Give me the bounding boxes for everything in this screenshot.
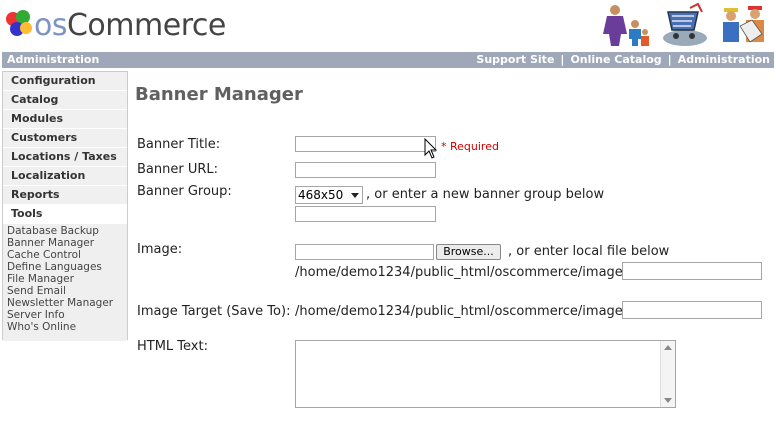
html-text-textarea[interactable] — [295, 340, 676, 408]
scroll-down-icon[interactable] — [664, 398, 672, 403]
people-icon[interactable] — [601, 2, 653, 48]
header: osCommerce — [0, 0, 776, 52]
shopping-cart-icon[interactable] — [660, 2, 710, 48]
scroll-up-icon[interactable] — [664, 345, 672, 350]
sidebar: Configuration Catalog Modules Customers … — [2, 71, 128, 341]
technicians-icon[interactable] — [718, 2, 774, 48]
tool-link-define-languages[interactable]: Define Languages — [7, 261, 127, 273]
banner-title-label: Banner Title: — [137, 137, 221, 152]
sidebar-item-catalog[interactable]: Catalog — [3, 91, 127, 110]
image-target-label: Image Target (Save To): — [137, 304, 291, 319]
banner-title-input[interactable] — [295, 136, 436, 152]
page-title: Banner Manager — [135, 84, 303, 105]
banner-group-label: Banner Group: — [137, 184, 232, 199]
browse-button[interactable]: Browse... — [436, 244, 501, 260]
image-target-input[interactable] — [622, 301, 762, 319]
administration-link[interactable]: Administration — [678, 53, 770, 66]
tool-link-newsletter-manager[interactable]: Newsletter Manager — [7, 297, 127, 309]
online-catalog-link[interactable]: Online Catalog — [570, 53, 661, 66]
tool-link-send-email[interactable]: Send Email — [7, 285, 127, 297]
topbar-links: Support Site | Online Catalog | Administrati… — [476, 53, 770, 66]
sidebar-item-configuration[interactable]: Configuration — [3, 72, 127, 91]
banner-group-select[interactable]: 468x50 — [295, 186, 363, 204]
tool-link-file-manager[interactable]: File Manager — [7, 273, 127, 285]
tool-link-database-backup[interactable]: Database Backup — [7, 225, 127, 237]
html-text-label: HTML Text: — [137, 339, 208, 354]
mouse-cursor-icon — [424, 138, 438, 159]
sidebar-item-localization[interactable]: Localization — [3, 167, 127, 186]
image-target-path-prefix: /home/demo1234/public_html/oscommerce/im… — [295, 304, 634, 319]
tools-submenu: Database Backup Banner Manager Cache Con… — [3, 224, 127, 341]
sidebar-item-modules[interactable]: Modules — [3, 110, 127, 129]
banner-group-hint: , or enter a new banner group below — [366, 187, 605, 202]
image-path-prefix: /home/demo1234/public_html/oscommerce/im… — [295, 265, 634, 280]
sidebar-item-tools[interactable]: Tools — [3, 205, 127, 224]
tool-link-whos-online[interactable]: Who's Online — [7, 321, 127, 333]
textarea-scrollbar[interactable] — [660, 341, 675, 407]
image-file-input[interactable] — [295, 244, 434, 260]
topbar-title: Administration — [7, 53, 100, 66]
banner-url-input[interactable] — [295, 162, 436, 178]
oscommerce-logo[interactable]: osCommerce — [4, 8, 226, 44]
new-banner-group-input[interactable] — [295, 206, 436, 222]
chevron-down-icon — [351, 193, 359, 198]
sidebar-item-locations-taxes[interactable]: Locations / Taxes — [3, 148, 127, 167]
tool-link-cache-control[interactable]: Cache Control — [7, 249, 127, 261]
image-local-input[interactable] — [622, 262, 762, 280]
tool-link-banner-manager[interactable]: Banner Manager — [7, 237, 127, 249]
tool-link-server-info[interactable]: Server Info — [7, 309, 127, 321]
top-navigation-bar: Administration Support Site | Online Catal… — [2, 52, 774, 68]
banner-url-label: Banner URL: — [137, 162, 219, 177]
support-site-link[interactable]: Support Site — [476, 53, 554, 66]
image-label: Image: — [137, 242, 183, 257]
sidebar-item-customers[interactable]: Customers — [3, 129, 127, 148]
sidebar-item-reports[interactable]: Reports — [3, 186, 127, 205]
image-hint: , or enter local file below — [508, 244, 670, 259]
required-indicator: * Required — [441, 140, 499, 153]
